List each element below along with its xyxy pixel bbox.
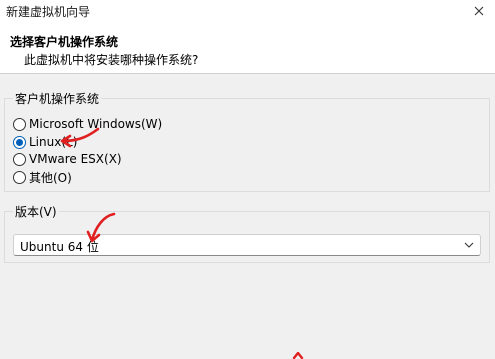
version-legend: 版本(V) (13, 203, 59, 220)
red-arrow-partial (292, 352, 304, 359)
page-subtitle: 此虚拟机中将安装哪种操作系统? (24, 53, 199, 67)
radio-windows-button[interactable] (13, 117, 26, 131)
red-arrow-linux (60, 127, 100, 148)
window-title: 新建虚拟机向导 (6, 5, 91, 19)
radio-other-label: 其他(O) (29, 170, 72, 185)
radio-linux-button[interactable] (13, 135, 26, 149)
wizard-header: 选择客户机操作系统 此虚拟机中将安装哪种操作系统? (0, 22, 495, 74)
chevron-down-icon (464, 242, 474, 248)
radio-vmware-esx[interactable]: VMware ESX(X) (13, 151, 122, 167)
guest-os-legend: 客户机操作系统 (13, 90, 102, 107)
page-title: 选择客户机操作系统 (10, 35, 119, 49)
close-button[interactable] (469, 1, 489, 21)
radio-other-button[interactable] (13, 170, 26, 184)
radio-other[interactable]: 其他(O) (13, 169, 72, 185)
close-icon (474, 6, 484, 16)
title-bar: 新建虚拟机向导 (0, 0, 495, 22)
radio-vmware-esx-label: VMware ESX(X) (29, 152, 122, 166)
red-arrow-version (86, 212, 116, 243)
version-group: 版本(V) Ubuntu 64 位 (4, 203, 490, 263)
radio-vmware-esx-button[interactable] (13, 152, 26, 166)
